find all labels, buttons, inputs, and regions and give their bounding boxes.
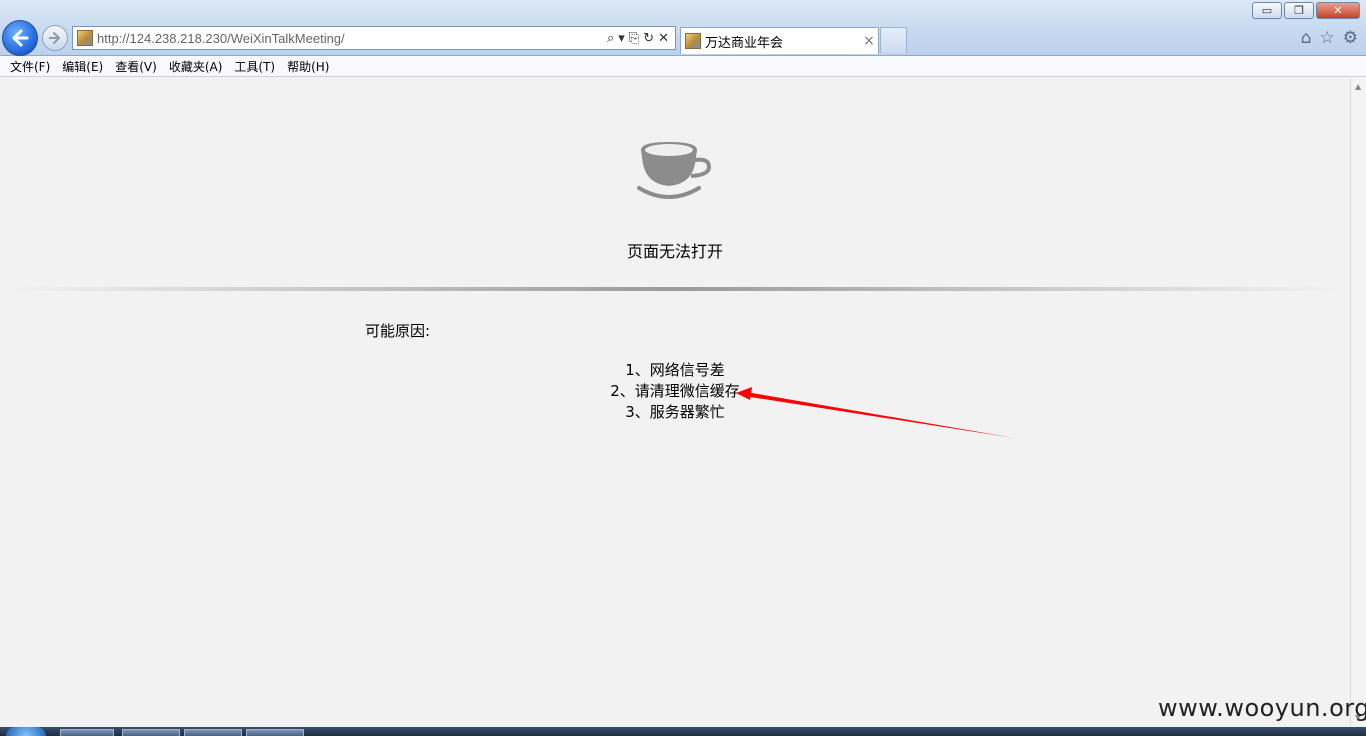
address-bar[interactable]: http://124.238.218.230/WeiXinTalkMeeting… [72,26,676,50]
url-text[interactable]: http://124.238.218.230/WeiXinTalkMeeting… [97,31,607,46]
gear-icon[interactable]: ⚙ [1343,28,1358,48]
home-icon[interactable]: ⌂ [1301,28,1312,48]
browser-titlebar: http://124.238.218.230/WeiXinTalkMeeting… [0,0,1366,56]
menu-bar: 文件(F) 编辑(E) 查看(V) 收藏夹(A) 工具(T) 帮助(H) [0,56,1366,77]
tab-close-icon[interactable]: × [860,33,878,49]
menu-view[interactable]: 查看(V) [109,58,163,75]
arrow-left-icon [12,29,29,47]
menu-edit[interactable]: 编辑(E) [56,58,109,75]
vertical-scrollbar[interactable]: ▲ ▼ [1350,78,1366,726]
scroll-up-icon[interactable]: ▲ [1355,82,1361,91]
new-tab-button[interactable] [880,27,907,53]
page-viewport: 页面无法打开 可能原因: 1、网络信号差 2、请清理微信缓存 3、服务器繁忙 [0,78,1350,726]
tab-favicon-icon [685,33,701,49]
menu-file[interactable]: 文件(F) [4,58,56,75]
compatibility-view-icon[interactable]: ⎘ [629,31,639,46]
taskbar-app-button[interactable] [60,729,114,736]
watermark-text: www.wooyun.org [1158,694,1366,722]
minimize-button[interactable]: ▭ [1252,2,1282,19]
menu-help[interactable]: 帮助(H) [281,58,335,75]
window-controls: ▭ ❐ ✕ [1252,2,1360,19]
taskbar-app-button[interactable] [184,729,242,736]
taskbar-app-button[interactable] [122,729,180,736]
page-favicon-icon [77,30,93,46]
start-button[interactable] [6,727,46,736]
annotation-arrow [736,387,1014,438]
menu-tools[interactable]: 工具(T) [228,58,281,75]
tab-active[interactable]: 万达商业年会 × [680,27,879,54]
taskbar [0,727,1366,736]
close-button[interactable]: ✕ [1316,2,1360,19]
arrow-right-icon [49,32,60,44]
favorites-star-icon[interactable]: ☆ [1320,28,1335,48]
dropdown-icon[interactable]: ▾ [618,31,625,46]
search-icon[interactable]: ⌕ [607,31,614,46]
back-button[interactable] [2,20,38,56]
refresh-icon[interactable]: ↻ [643,31,654,46]
forward-button[interactable] [42,25,68,51]
tab-title: 万达商业年会 [705,35,784,51]
restore-button[interactable]: ❐ [1284,2,1314,19]
stop-icon[interactable]: ✕ [658,31,669,46]
taskbar-app-button[interactable] [246,729,304,736]
menu-favorites[interactable]: 收藏夹(A) [163,58,229,75]
